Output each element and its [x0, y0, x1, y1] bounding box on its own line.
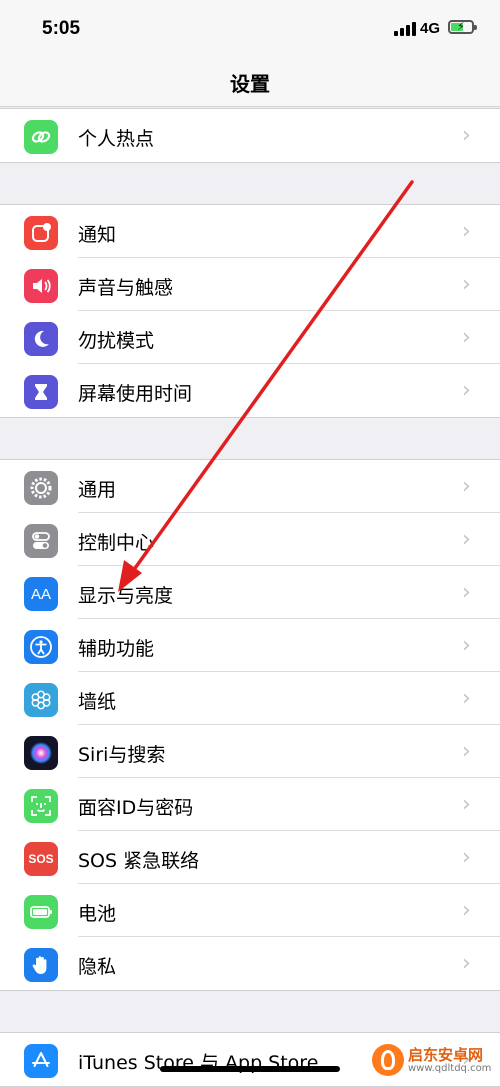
- settings-row-label: 控制中心: [78, 532, 155, 554]
- settings-row-hotspot[interactable]: 个人热点 ›: [0, 109, 500, 162]
- settings-row-emergency-sos[interactable]: SOS SOS 紧急联络 ›: [0, 831, 500, 884]
- settings-row-label: 勿扰模式: [78, 330, 155, 352]
- speaker-icon: [24, 269, 58, 303]
- settings-row-label: 显示与亮度: [78, 585, 174, 607]
- chevron-right-icon: ›: [462, 792, 471, 817]
- navigation-bar: 设置: [0, 60, 500, 107]
- moon-icon: [24, 322, 58, 356]
- network-type: 4G: [420, 20, 441, 37]
- settings-row-privacy[interactable]: 隐私 ›: [0, 937, 500, 990]
- settings-row-notifications[interactable]: 通知 ›: [0, 205, 500, 258]
- accessibility-icon: [24, 630, 58, 664]
- chevron-right-icon: ›: [462, 272, 471, 297]
- page-title: 设置: [230, 72, 270, 96]
- settings-row-label: 声音与触感: [78, 277, 174, 299]
- watermark-title: 启东安卓网: [408, 1046, 484, 1064]
- notification-icon: [24, 216, 58, 250]
- toggles-icon: [24, 524, 58, 558]
- settings-row-do-not-disturb[interactable]: 勿扰模式 ›: [0, 311, 500, 364]
- settings-row-wallpaper[interactable]: 墙纸 ›: [0, 672, 500, 725]
- siri-icon: [24, 736, 58, 770]
- settings-row-label: 面容ID与密码: [78, 797, 194, 819]
- chevron-right-icon: ›: [462, 633, 471, 658]
- settings-row-control-center[interactable]: 控制中心 ›: [0, 513, 500, 566]
- flower-icon: [24, 683, 58, 717]
- settings-row-label: 辅助功能: [78, 638, 155, 660]
- watermark-logo-icon: [372, 1044, 404, 1076]
- settings-row-label: 屏幕使用时间: [78, 383, 193, 405]
- chevron-right-icon: ›: [462, 378, 471, 403]
- watermark-url: www.qdltdq.com: [408, 1063, 492, 1074]
- settings-row-display-brightness[interactable]: AA 显示与亮度 ›: [0, 566, 500, 619]
- chevron-right-icon: ›: [462, 580, 471, 605]
- home-indicator[interactable]: [160, 1066, 340, 1072]
- settings-group-notifications: 通知 › 声音与触感 › 勿扰模式 › 屏幕使用时间 ›: [0, 204, 500, 418]
- chevron-right-icon: ›: [462, 898, 471, 923]
- appstore-icon: [24, 1044, 58, 1078]
- chevron-right-icon: ›: [462, 951, 471, 976]
- settings-row-label: SOS 紧急联络: [78, 850, 200, 872]
- chevron-right-icon: ›: [462, 845, 471, 870]
- settings-row-battery[interactable]: 电池 ›: [0, 884, 500, 937]
- sos-icon: SOS: [24, 842, 58, 876]
- chevron-right-icon: ›: [462, 219, 471, 244]
- chevron-right-icon: ›: [462, 123, 471, 148]
- settings-row-siri-search[interactable]: Siri与搜索 ›: [0, 725, 500, 778]
- faceid-icon: [24, 789, 58, 823]
- chevron-right-icon: ›: [462, 325, 471, 350]
- aa-icon: AA: [24, 577, 58, 611]
- settings-row-label: 墙纸: [78, 691, 117, 713]
- chevron-right-icon: ›: [462, 474, 471, 499]
- settings-row-screen-time[interactable]: 屏幕使用时间 ›: [0, 364, 500, 417]
- settings-row-label: 通用: [78, 479, 117, 501]
- cellular-signal-icon: [394, 22, 416, 36]
- settings-group-connectivity: 个人热点 ›: [0, 108, 500, 163]
- settings-row-label: 隐私: [78, 956, 117, 978]
- battery-status-icon: ⚡: [448, 20, 477, 34]
- gear-icon: [24, 471, 58, 505]
- status-time: 5:05: [42, 18, 81, 39]
- hand-icon: [24, 948, 58, 982]
- chevron-right-icon: ›: [462, 686, 471, 711]
- status-bar: 5:05 4G ⚡: [0, 0, 500, 60]
- settings-row-accessibility[interactable]: 辅助功能 ›: [0, 619, 500, 672]
- chevron-right-icon: ›: [462, 527, 471, 552]
- settings-row-face-id[interactable]: 面容ID与密码 ›: [0, 778, 500, 831]
- settings-row-sounds[interactable]: 声音与触感 ›: [0, 258, 500, 311]
- settings-row-label: 通知: [78, 224, 117, 246]
- settings-row-label: 个人热点: [78, 128, 155, 150]
- chevron-right-icon: ›: [462, 739, 471, 764]
- settings-row-label: Siri与搜索: [78, 744, 166, 766]
- settings-row-general[interactable]: 通用 ›: [0, 460, 500, 513]
- watermark: 启东安卓网 www.qdltdq.com: [372, 1044, 500, 1080]
- link-icon: [24, 120, 58, 154]
- settings-row-label: 电池: [78, 903, 117, 925]
- battery-icon: [24, 895, 58, 929]
- hourglass-icon: [24, 375, 58, 409]
- settings-group-general: 通用 › 控制中心 › AA 显示与亮度 › 辅助功能 › 墙纸 › Siri与…: [0, 459, 500, 991]
